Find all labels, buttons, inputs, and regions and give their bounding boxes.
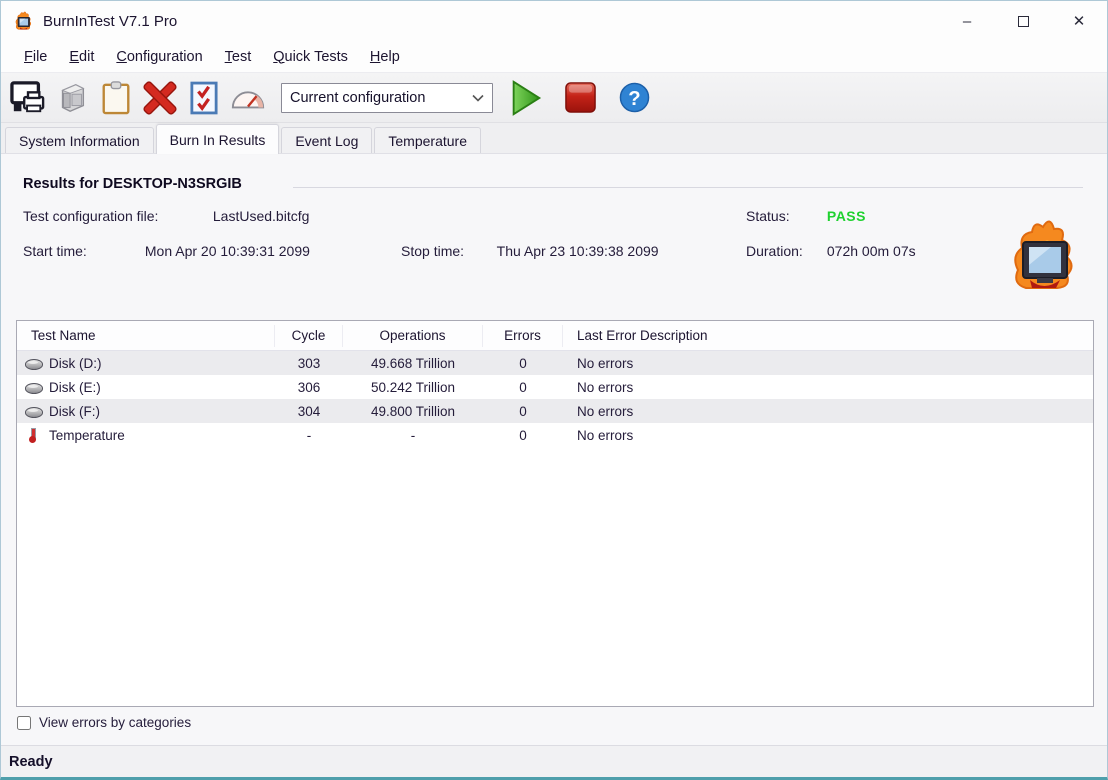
column-header-errors[interactable]: Errors xyxy=(483,325,563,347)
status-row: Status: PASS xyxy=(746,208,866,224)
table-row[interactable]: Temperature--0No errors xyxy=(17,423,1093,447)
app-flame-icon xyxy=(13,11,33,31)
cell-operations: 50.242 Trillion xyxy=(343,380,483,395)
start-time-label: Start time: xyxy=(23,243,141,259)
view-errors-label: View errors by categories xyxy=(39,715,191,730)
disk-icon xyxy=(25,404,44,419)
run-controls: ? xyxy=(507,79,659,117)
stop-time-row: Stop time: Thu Apr 23 10:39:38 2099 xyxy=(401,243,659,259)
cell-cycle: 303 xyxy=(275,356,343,371)
close-button[interactable]: ✕ xyxy=(1051,1,1107,41)
window-title: BurnInTest V7.1 Pro xyxy=(43,13,177,30)
cell-last-error: No errors xyxy=(563,380,1093,395)
chevron-down-icon xyxy=(472,94,484,102)
title-bar: BurnInTest V7.1 Pro – ✕ xyxy=(1,1,1107,41)
table-body: Disk (D:)30349.668 Trillion0No errorsDis… xyxy=(17,351,1093,706)
disk-icon xyxy=(25,356,44,371)
column-header-operations[interactable]: Operations xyxy=(343,325,483,347)
menu-edit[interactable]: Edit xyxy=(58,45,105,69)
status-label: Status: xyxy=(746,208,823,224)
clipboard-icon[interactable] xyxy=(97,79,135,117)
config-file-label: Test configuration file: xyxy=(23,208,209,224)
cell-errors: 0 xyxy=(483,428,563,443)
config-file-value: LastUsed.bitcfg xyxy=(213,208,310,224)
status-bar: Ready xyxy=(1,745,1107,777)
config-file-row: Test configuration file: LastUsed.bitcfg xyxy=(23,208,309,224)
cell-operations: 49.668 Trillion xyxy=(343,356,483,371)
tab-system-information[interactable]: System Information xyxy=(5,127,154,154)
menu-configuration[interactable]: Configuration xyxy=(105,45,213,69)
window-controls: – ✕ xyxy=(939,1,1107,41)
table-header: Test Name Cycle Operations Errors Last E… xyxy=(17,321,1093,351)
menu-file[interactable]: File xyxy=(13,45,58,69)
delete-icon[interactable] xyxy=(141,79,179,117)
results-table: Test Name Cycle Operations Errors Last E… xyxy=(16,320,1094,707)
maximize-button[interactable] xyxy=(995,1,1051,41)
stop-time-value: Thu Apr 23 10:39:38 2099 xyxy=(497,243,659,259)
results-heading: Results for DESKTOP-N3SRGIB xyxy=(23,176,242,192)
view-errors-by-categories[interactable]: View errors by categories xyxy=(17,715,191,730)
disk-icon xyxy=(25,380,44,395)
view-errors-checkbox[interactable] xyxy=(17,716,31,730)
configuration-dropdown-value: Current configuration xyxy=(290,90,472,106)
status-text: Ready xyxy=(9,754,53,770)
menu-quick-tests[interactable]: Quick Tests xyxy=(262,45,359,69)
duration-value: 072h 00m 07s xyxy=(827,243,916,259)
cell-test-name: Disk (F:) xyxy=(17,404,275,419)
column-header-cycle[interactable]: Cycle xyxy=(275,325,343,347)
table-row[interactable]: Disk (D:)30349.668 Trillion0No errors xyxy=(17,351,1093,375)
cell-cycle: 304 xyxy=(275,404,343,419)
burn-in-results-panel: Results for DESKTOP-N3SRGIB Test configu… xyxy=(1,153,1107,745)
tab-strip: System Information Burn In Results Event… xyxy=(1,123,1107,153)
start-tests-button[interactable] xyxy=(507,79,545,117)
toolbar: Current configuration xyxy=(1,73,1107,123)
column-header-test-name[interactable]: Test Name xyxy=(17,325,275,347)
tab-temperature[interactable]: Temperature xyxy=(374,127,481,154)
cell-test-name: Disk (E:) xyxy=(17,380,275,395)
temperature-icon xyxy=(25,428,44,443)
burning-monitor-logo xyxy=(1005,218,1079,299)
performance-gauge-icon[interactable] xyxy=(229,79,267,117)
stop-tests-button[interactable] xyxy=(561,79,599,117)
table-row[interactable]: Disk (F:)30449.800 Trillion0No errors xyxy=(17,399,1093,423)
duration-label: Duration: xyxy=(746,243,823,259)
start-time-value: Mon Apr 20 10:39:31 2099 xyxy=(145,243,310,259)
status-value: PASS xyxy=(827,208,866,224)
cell-test-name: Disk (D:) xyxy=(17,356,275,371)
test-selection-icon[interactable] xyxy=(185,79,223,117)
cell-errors: 0 xyxy=(483,404,563,419)
menu-help[interactable]: Help xyxy=(359,45,411,69)
menu-test[interactable]: Test xyxy=(214,45,263,69)
print-report-icon[interactable] xyxy=(9,79,47,117)
help-button[interactable]: ? xyxy=(615,79,653,117)
cell-cycle: - xyxy=(275,428,343,443)
cell-errors: 0 xyxy=(483,356,563,371)
cell-last-error: No errors xyxy=(563,404,1093,419)
app-window: BurnInTest V7.1 Pro – ✕ File Edit Config… xyxy=(0,0,1108,780)
cell-operations: 49.800 Trillion xyxy=(343,404,483,419)
cell-cycle: 306 xyxy=(275,380,343,395)
duration-row: Duration: 072h 00m 07s xyxy=(746,243,916,259)
start-time-row: Start time: Mon Apr 20 10:39:31 2099 xyxy=(23,243,310,259)
cell-last-error: No errors xyxy=(563,356,1093,371)
tab-burn-in-results[interactable]: Burn In Results xyxy=(156,124,280,154)
cell-last-error: No errors xyxy=(563,428,1093,443)
column-header-last-error[interactable]: Last Error Description xyxy=(563,325,1093,347)
heading-rule xyxy=(293,187,1083,188)
cell-test-name: Temperature xyxy=(17,428,275,443)
svg-text:?: ? xyxy=(628,88,640,110)
tab-event-log[interactable]: Event Log xyxy=(281,127,372,154)
stop-time-label: Stop time: xyxy=(401,243,493,259)
system-info-icon[interactable] xyxy=(53,79,91,117)
cell-errors: 0 xyxy=(483,380,563,395)
cell-operations: - xyxy=(343,428,483,443)
minimize-button[interactable]: – xyxy=(939,1,995,41)
maximize-icon xyxy=(1018,16,1029,27)
menu-bar: File Edit Configuration Test Quick Tests… xyxy=(1,41,1107,73)
configuration-dropdown[interactable]: Current configuration xyxy=(281,83,493,113)
table-row[interactable]: Disk (E:)30650.242 Trillion0No errors xyxy=(17,375,1093,399)
